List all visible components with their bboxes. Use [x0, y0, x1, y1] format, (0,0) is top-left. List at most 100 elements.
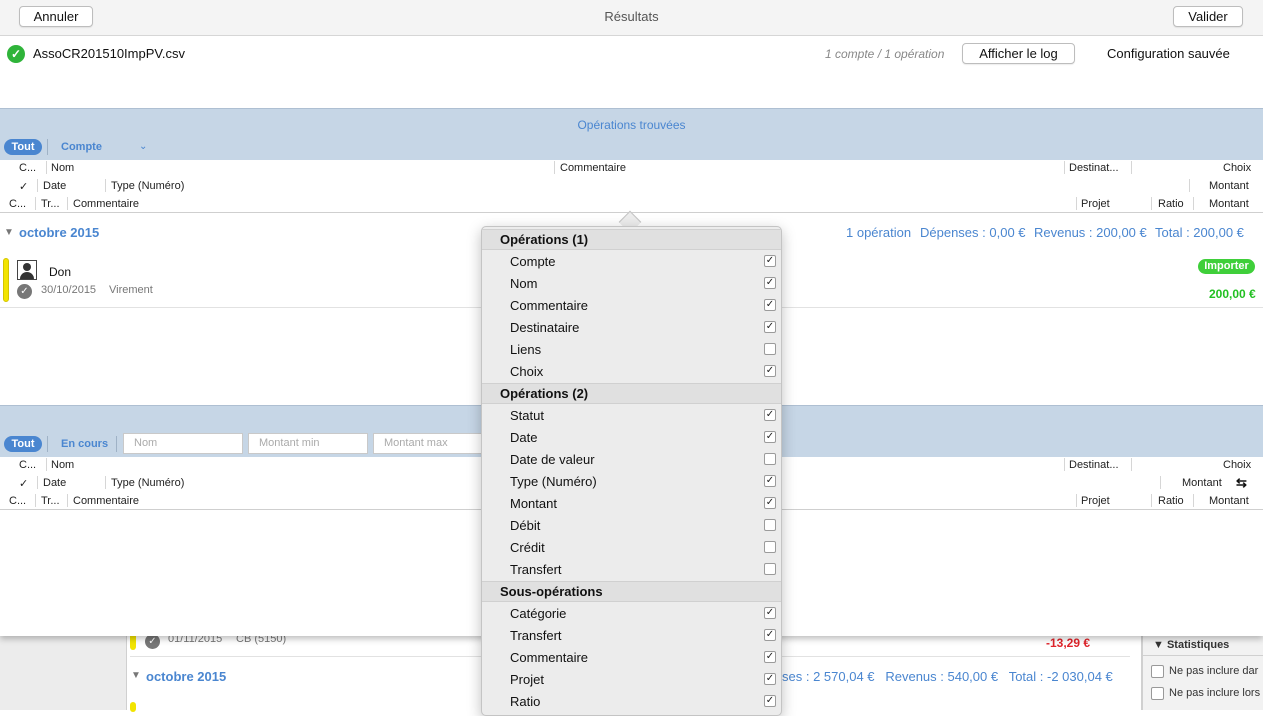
min-amount-input[interactable]: Montant min: [248, 433, 368, 454]
col-destinataire-2[interactable]: Destinat...: [1069, 459, 1119, 471]
popup-option-label[interactable]: Nom: [510, 276, 537, 291]
col-status-2[interactable]: ✓: [19, 477, 28, 490]
col-nom-2[interactable]: Nom: [51, 459, 74, 471]
person-icon: [17, 260, 37, 280]
file-name: AssoCR201510ImpPV.csv: [33, 46, 185, 61]
popup-option-label[interactable]: Date de valeur: [510, 452, 595, 467]
popup-option-checkbox[interactable]: [764, 541, 776, 553]
popup-option-checkbox[interactable]: ✓: [764, 497, 776, 509]
col-sub-commentaire-2[interactable]: Commentaire: [73, 495, 139, 507]
col-sub-compte-2[interactable]: C...: [9, 495, 26, 507]
column-chooser-popup: Opérations (1) Compte ✓ Nom ✓ Commentaire ✓ Des…: [481, 226, 782, 716]
col-montant-2[interactable]: Montant: [1182, 477, 1222, 489]
popup-option-checkbox[interactable]: [764, 563, 776, 575]
col-sub-compte[interactable]: C...: [9, 198, 26, 210]
col-choix-2[interactable]: Choix: [1223, 459, 1251, 471]
popup-option-label[interactable]: Liens: [510, 342, 541, 357]
col-sub-projet-2[interactable]: Projet: [1081, 495, 1110, 507]
popup-option-checkbox[interactable]: ✓: [764, 629, 776, 641]
col-sub-montant[interactable]: Montant: [1209, 198, 1249, 210]
col-sep: [1193, 197, 1194, 210]
stats-title: Statistiques: [1166, 639, 1230, 651]
popup-option-checkbox[interactable]: ✓: [764, 299, 776, 311]
filter-all-existing-button[interactable]: Tout: [4, 436, 42, 452]
col-sub-montant-2[interactable]: Montant: [1209, 495, 1249, 507]
col-date-2[interactable]: Date: [43, 477, 66, 489]
popup-option-checkbox[interactable]: ✓: [764, 431, 776, 443]
sheet-title: Résultats: [604, 9, 659, 24]
popup-option-label[interactable]: Débit: [510, 518, 540, 533]
swap-arrows-icon[interactable]: ⇆: [1236, 475, 1247, 491]
popup-option-checkbox[interactable]: [764, 519, 776, 531]
filter-current[interactable]: En cours: [61, 438, 108, 450]
col-sub-ratio[interactable]: Ratio: [1158, 198, 1184, 210]
col-sep: [37, 179, 38, 192]
popup-option-checkbox[interactable]: ✓: [764, 409, 776, 421]
col-compte-2[interactable]: C...: [19, 459, 36, 471]
filter-account[interactable]: Compte: [61, 141, 102, 153]
stats-checkbox-1[interactable]: [1151, 665, 1164, 678]
popup-option-label[interactable]: Transfert: [510, 628, 562, 643]
popup-option-checkbox[interactable]: ✓: [764, 321, 776, 333]
col-sep: [35, 197, 36, 210]
col-sub-projet[interactable]: Projet: [1081, 198, 1110, 210]
popup-option-label[interactable]: Compte: [510, 254, 556, 269]
validate-button[interactable]: Valider: [1173, 6, 1243, 27]
col-nom[interactable]: Nom: [51, 162, 74, 174]
bg-month-arrow[interactable]: ▼: [131, 670, 141, 681]
col-sub-ratio-2[interactable]: Ratio: [1158, 495, 1184, 507]
col-sub-transfert[interactable]: Tr...: [41, 198, 60, 210]
month-disclosure-icon[interactable]: ▼: [4, 227, 14, 238]
popup-option-label[interactable]: Choix: [510, 364, 543, 379]
popup-option-label[interactable]: Projet: [510, 672, 544, 687]
popup-option-checkbox[interactable]: [764, 453, 776, 465]
popup-option-label[interactable]: Commentaire: [510, 298, 588, 313]
popup-option-label[interactable]: Type (Numéro): [510, 474, 597, 489]
col-sep: [1193, 494, 1194, 507]
bg-month: octobre 2015: [146, 669, 227, 684]
popup-option-label[interactable]: Commentaire: [510, 650, 588, 665]
max-amount-input[interactable]: Montant max: [373, 433, 493, 454]
popup-option-checkbox[interactable]: ✓: [764, 277, 776, 289]
col-sep: [1131, 161, 1132, 174]
month-total: Total : 200,00 €: [1155, 225, 1244, 240]
col-date[interactable]: Date: [43, 180, 66, 192]
col-destinataire[interactable]: Destinat...: [1069, 162, 1119, 174]
col-sep: [1076, 197, 1077, 210]
name-filter-input[interactable]: Nom: [123, 433, 243, 454]
popup-option-checkbox[interactable]: ✓: [764, 475, 776, 487]
chevron-down-icon[interactable]: ⌄: [139, 141, 147, 152]
popup-option-checkbox[interactable]: ✓: [764, 673, 776, 685]
popup-option-label[interactable]: Catégorie: [510, 606, 566, 621]
popup-option-label[interactable]: Montant: [510, 496, 557, 511]
col-status[interactable]: ✓: [19, 180, 28, 193]
stats-header[interactable]: ▼ Statistiques: [1143, 636, 1263, 656]
col-montant[interactable]: Montant: [1209, 180, 1249, 192]
col-commentaire[interactable]: Commentaire: [560, 162, 626, 174]
popup-group-header: Opérations (2): [482, 383, 781, 404]
col-sep: [1189, 179, 1190, 192]
popup-option-label[interactable]: Date: [510, 430, 537, 445]
stats-checkbox-2[interactable]: [1151, 687, 1164, 700]
col-type[interactable]: Type (Numéro): [111, 180, 184, 192]
popup-option-label[interactable]: Ratio: [510, 694, 540, 709]
popup-option-checkbox[interactable]: ✓: [764, 255, 776, 267]
popup-option-label[interactable]: Crédit: [510, 540, 545, 555]
import-badge[interactable]: Importer: [1198, 259, 1255, 274]
popup-option-label[interactable]: Statut: [510, 408, 544, 423]
popup-option-label[interactable]: Transfert: [510, 562, 562, 577]
operation-status-bar: [3, 258, 9, 302]
col-sub-commentaire[interactable]: Commentaire: [73, 198, 139, 210]
popup-option-checkbox[interactable]: ✓: [764, 607, 776, 619]
popup-option-checkbox[interactable]: ✓: [764, 651, 776, 663]
col-choix[interactable]: Choix: [1223, 162, 1251, 174]
col-type-2[interactable]: Type (Numéro): [111, 477, 184, 489]
popup-option-label[interactable]: Destinataire: [510, 320, 579, 335]
col-compte[interactable]: C...: [19, 162, 36, 174]
popup-option-checkbox[interactable]: ✓: [764, 695, 776, 707]
show-log-button[interactable]: Afficher le log: [962, 43, 1075, 64]
popup-option-checkbox[interactable]: [764, 343, 776, 355]
filter-all-button[interactable]: Tout: [4, 139, 42, 155]
popup-option-checkbox[interactable]: ✓: [764, 365, 776, 377]
col-sub-transfert-2[interactable]: Tr...: [41, 495, 60, 507]
